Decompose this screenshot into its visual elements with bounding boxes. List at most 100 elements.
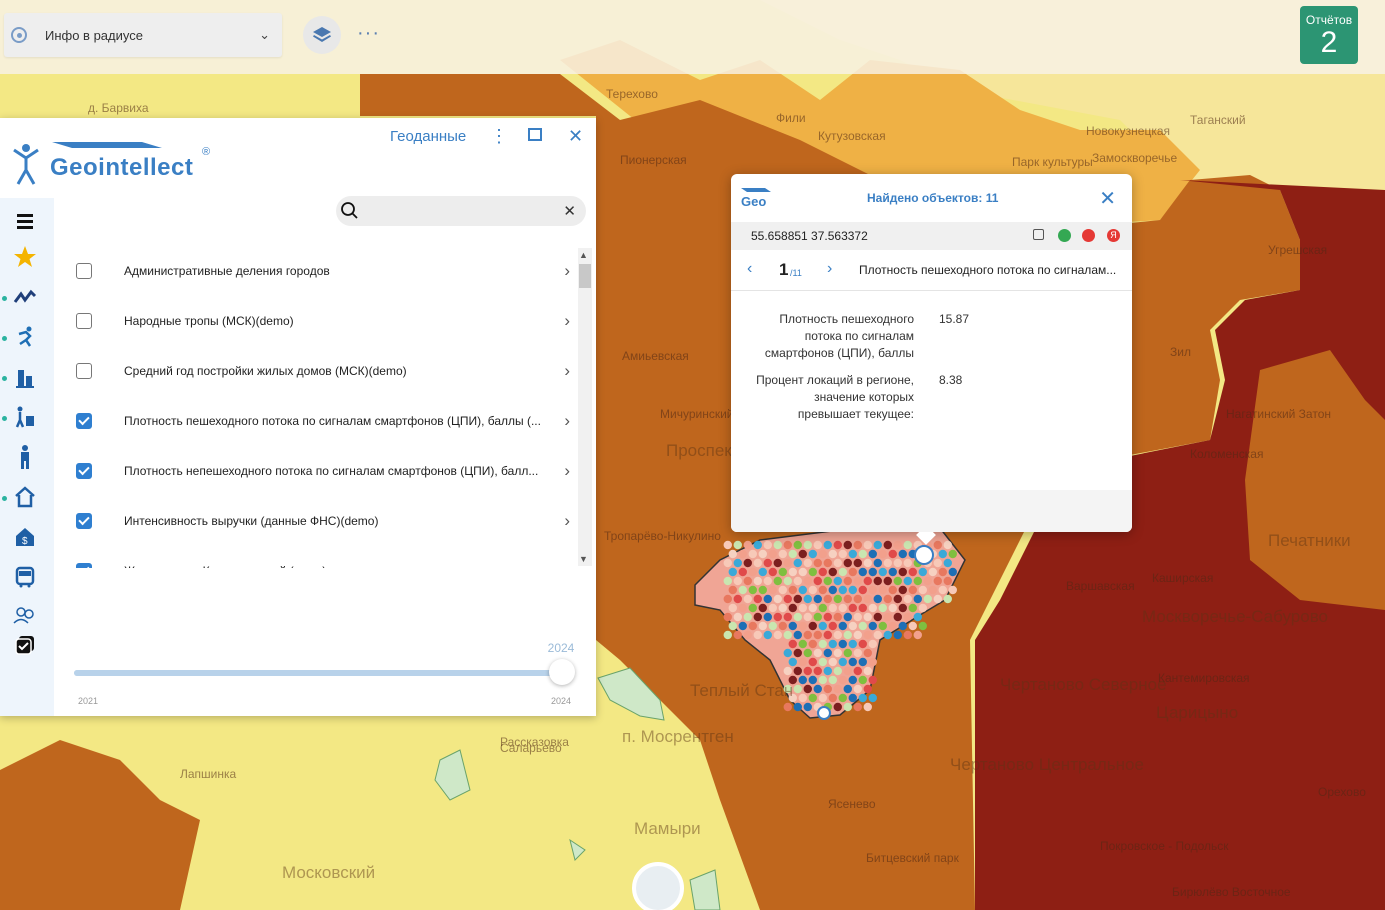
hexbin-cell[interactable] [803,630,812,640]
hexbin-cell[interactable] [798,621,807,631]
scrollbar-thumb[interactable] [579,264,591,288]
hexbin-cell[interactable] [893,558,902,568]
hexbin-cell[interactable] [738,585,747,595]
hexbin-cell[interactable] [778,549,787,559]
selected-layers-icon[interactable] [12,632,38,658]
hexbin-cell[interactable] [788,639,797,649]
hexbin-cell[interactable] [783,594,792,604]
hexbin-cell[interactable] [778,567,787,577]
hexbin-cell[interactable] [938,585,947,595]
hexbin-cell[interactable] [723,540,732,550]
hexbin-cell[interactable] [808,621,817,631]
hexbin-cell[interactable] [723,612,732,622]
layer-checkbox[interactable] [76,363,92,379]
hexbin-cell[interactable] [763,612,772,622]
hexbin-cell[interactable] [723,630,732,640]
hexbin-cell[interactable] [788,657,797,667]
hexbin-cell[interactable] [898,603,907,613]
hexbin-cell[interactable] [793,540,802,550]
hexbin-cell[interactable] [818,675,827,685]
hexbin-cell[interactable] [783,630,792,640]
hexbin-cell[interactable] [848,675,857,685]
hexbin-cell[interactable] [848,639,857,649]
hexbin-cell[interactable] [833,684,842,694]
hexbin-cell[interactable] [813,594,822,604]
layer-checkbox[interactable] [76,463,92,479]
hexbin-cell[interactable] [803,702,812,712]
hexbin-cell[interactable] [748,585,757,595]
hexbin-cell[interactable] [728,603,737,613]
pedestrian-flow-icon[interactable] [12,284,38,310]
hexbin-cell[interactable] [903,630,912,640]
hexbin-cell[interactable] [893,612,902,622]
layer-list-scrollbar[interactable]: ▲ ▼ [578,248,592,566]
year-slider[interactable] [74,659,575,685]
hexbin-cell[interactable] [793,684,802,694]
hexbin-cell[interactable] [853,702,862,712]
hexbin-cell[interactable] [793,576,802,586]
hexbin-cell[interactable] [773,630,782,640]
hexbin-cell[interactable] [828,639,837,649]
layer-row[interactable]: Народные тропы (МСК)(demo) › [60,296,580,346]
hexbin-cell[interactable] [868,675,877,685]
menu-icon[interactable] [12,208,38,234]
layer-row[interactable]: Плотность пешеходного потока по сигналам… [60,396,580,446]
pedestrian-marker-icon[interactable] [914,545,934,565]
hexbin-cell[interactable] [943,540,952,550]
hexbin-cell[interactable] [768,567,777,577]
traveler-icon[interactable] [12,404,38,430]
star-icon[interactable] [12,244,38,270]
hexbin-cell[interactable] [778,603,787,613]
hexbin-cell[interactable] [858,693,867,703]
hexbin-cell[interactable] [808,693,817,703]
year-slider-knob[interactable] [549,659,575,685]
hexbin-cell[interactable] [918,585,927,595]
hexbin-cell[interactable] [848,603,857,613]
hexbin-cell[interactable] [803,612,812,622]
search-box[interactable]: ✕ [336,196,586,226]
hexbin-cell[interactable] [863,576,872,586]
hexbin-cell[interactable] [753,612,762,622]
layer-checkbox[interactable] [76,413,92,429]
hexbin-cell[interactable] [813,576,822,586]
hexbin-cell[interactable] [783,612,792,622]
hexbin-cell[interactable] [868,585,877,595]
hexbin-cell[interactable] [758,567,767,577]
hexbin-cell[interactable] [878,567,887,577]
hexbin-cell[interactable] [883,612,892,622]
hexbin-cell[interactable] [793,648,802,658]
hexbin-cell[interactable] [873,540,882,550]
hexbin-cell[interactable] [758,621,767,631]
hexbin-cell[interactable] [828,657,837,667]
hexbin-cell[interactable] [828,585,837,595]
hexbin-cell[interactable] [823,648,832,658]
hexbin-cell[interactable] [828,675,837,685]
hexbin-cell[interactable] [913,630,922,640]
hexbin-cell[interactable] [873,558,882,568]
hexbin-cell[interactable] [773,612,782,622]
bus-icon[interactable] [12,564,38,590]
hexbin-cell[interactable] [748,621,757,631]
hexbin-cell[interactable] [923,594,932,604]
scroll-up-icon[interactable]: ▲ [579,250,588,260]
hexbin-cell[interactable] [903,540,912,550]
hexbin-cell[interactable] [818,585,827,595]
finance-icon[interactable]: $ [12,524,38,550]
hexbin-cell[interactable] [788,585,797,595]
hexbin-cell[interactable] [913,576,922,586]
hexbin-cell[interactable] [763,576,772,586]
hexbin-cell[interactable] [823,666,832,676]
hexbin-cell[interactable] [738,603,747,613]
hexbin-cell[interactable] [928,567,937,577]
hexbin-cell[interactable] [833,540,842,550]
hexbin-cell[interactable] [733,612,742,622]
hexbin-cell[interactable] [773,540,782,550]
buildings-icon[interactable] [12,364,38,390]
hexbin-cell[interactable] [918,621,927,631]
hexbin-cell[interactable] [818,639,827,649]
hexbin-cell[interactable] [933,558,942,568]
close-icon[interactable]: ✕ [568,126,583,146]
hexbin-cell[interactable] [808,639,817,649]
hexbin-cell[interactable] [858,603,867,613]
hexbin-cell[interactable] [833,630,842,640]
